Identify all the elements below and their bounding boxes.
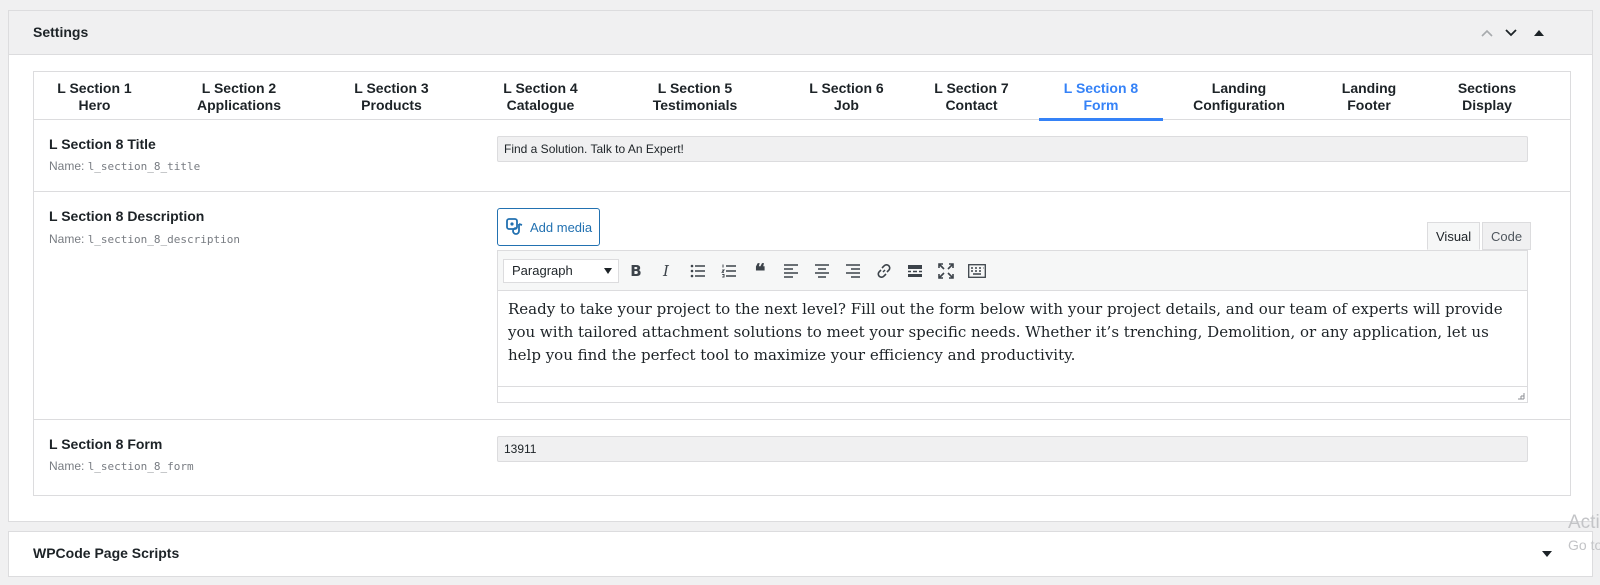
title-field-row: L Section 8 Title Name: l_section_8_titl… bbox=[34, 120, 1570, 192]
tab-label-line1: L Section 7 bbox=[934, 80, 1009, 96]
tab-label-line1: L Section 2 bbox=[201, 80, 277, 96]
form-field-label: L Section 8 Form bbox=[49, 436, 163, 452]
title-field-name: Name: l_section_8_title bbox=[49, 159, 200, 173]
align-left-icon[interactable] bbox=[780, 260, 802, 282]
tab-label-line2: Testimonials bbox=[652, 97, 738, 113]
add-media-button[interactable]: Add media bbox=[497, 208, 600, 246]
tab-label-line1: Sections bbox=[1457, 80, 1517, 96]
tab-l-section-4-catalogue[interactable]: L Section 4 Catalogue bbox=[495, 72, 586, 120]
settings-panel: Settings L Section 1 Hero L Section 2 Appl… bbox=[8, 10, 1593, 522]
blockquote-icon[interactable]: ❝ bbox=[749, 259, 771, 283]
tab-label-line1: L Section 5 bbox=[657, 80, 733, 96]
tab-label-line2: Hero bbox=[78, 97, 111, 113]
tab-label-line2: Footer bbox=[1347, 97, 1391, 113]
editor-statusbar bbox=[498, 386, 1527, 402]
tab-label-line1: Landing bbox=[1211, 80, 1267, 96]
wpcode-panel-title: WPCode Page Scripts bbox=[33, 545, 180, 561]
tab-l-section-7-contact[interactable]: L Section 7 Contact bbox=[926, 72, 1017, 120]
tab-label-line2: Catalogue bbox=[506, 97, 575, 113]
tab-sections-display[interactable]: Sections Display bbox=[1452, 72, 1522, 120]
align-center-icon[interactable] bbox=[811, 260, 833, 282]
chevron-up-icon bbox=[1481, 29, 1493, 37]
add-media-icon bbox=[506, 218, 523, 235]
form-id-input[interactable] bbox=[497, 436, 1528, 462]
tab-l-section-1-hero[interactable]: L Section 1 Hero bbox=[49, 72, 140, 120]
tab-l-section-5-testimonials[interactable]: L Section 5 Testimonials bbox=[645, 72, 745, 120]
tab-label-line2: Form bbox=[1083, 97, 1119, 113]
watermark-line2: Go to bbox=[1568, 537, 1600, 553]
resize-grip-icon[interactable] bbox=[1515, 390, 1525, 400]
settings-inner: L Section 1 Hero L Section 2 Applications … bbox=[33, 71, 1571, 496]
tab-label-line1: L Section 4 bbox=[503, 80, 578, 96]
tab-label-line2: Configuration bbox=[1193, 97, 1285, 113]
tab-l-section-8-form[interactable]: L Section 8 Form bbox=[1039, 72, 1163, 121]
format-select[interactable]: Paragraph bbox=[503, 259, 619, 283]
add-media-label: Add media bbox=[530, 219, 593, 235]
field-name-key: l_section_8_form bbox=[87, 460, 194, 473]
caret-down-icon bbox=[604, 268, 612, 274]
settings-panel-title: Settings bbox=[33, 24, 89, 40]
editor-toolbar: Paragraph B I ❝ bbox=[498, 251, 1527, 291]
tab-label-line2: Job bbox=[834, 97, 859, 113]
read-more-icon[interactable] bbox=[904, 260, 926, 282]
tab-label-line1: L Section 3 bbox=[354, 80, 429, 96]
field-name-prefix: Name: bbox=[49, 459, 85, 473]
tab-l-section-3-products[interactable]: L Section 3 Products bbox=[346, 72, 437, 120]
tab-label-line2: Contact bbox=[945, 97, 998, 113]
tab-label-line1: Landing bbox=[1341, 80, 1397, 96]
move-down-button[interactable] bbox=[1499, 21, 1523, 45]
italic-icon[interactable]: I bbox=[655, 260, 677, 282]
numbered-list-icon[interactable] bbox=[718, 260, 740, 282]
field-name-prefix: Name: bbox=[49, 159, 85, 173]
description-field-row: L Section 8 Description Name: l_section_… bbox=[34, 192, 1570, 420]
settings-panel-header[interactable]: Settings bbox=[9, 11, 1592, 55]
toolbar-toggle-icon[interactable] bbox=[966, 260, 988, 282]
editor-content[interactable]: Ready to take your project to the next l… bbox=[498, 291, 1527, 387]
tab-l-section-2-applications[interactable]: L Section 2 Applications bbox=[189, 72, 289, 120]
rich-text-editor: Paragraph B I ❝ Ready to take your proje… bbox=[497, 250, 1528, 403]
tab-landing-configuration[interactable]: Landing Configuration bbox=[1184, 72, 1294, 120]
move-up-button[interactable] bbox=[1475, 21, 1499, 45]
activation-watermark: Acti Go to bbox=[1568, 512, 1600, 556]
description-field-label: L Section 8 Description bbox=[49, 208, 205, 224]
format-select-value: Paragraph bbox=[512, 263, 573, 278]
form-field-row: L Section 8 Form Name: l_section_8_form bbox=[34, 420, 1570, 497]
triangle-down-icon bbox=[1542, 551, 1552, 557]
form-field-name: Name: l_section_8_form bbox=[49, 459, 194, 473]
description-field-name: Name: l_section_8_description bbox=[49, 232, 240, 246]
watermark-line1: Acti bbox=[1568, 512, 1600, 533]
align-right-icon[interactable] bbox=[842, 260, 864, 282]
tab-landing-footer[interactable]: Landing Footer bbox=[1334, 72, 1404, 120]
tab-label-line1: L Section 6 bbox=[809, 80, 884, 96]
triangle-up-icon bbox=[1534, 30, 1544, 36]
tab-bar: L Section 1 Hero L Section 2 Applications … bbox=[34, 72, 1570, 121]
bullet-list-icon[interactable] bbox=[687, 260, 709, 282]
tab-label-line2: Display bbox=[1462, 97, 1512, 113]
tab-label-line1: L Section 8 bbox=[1063, 80, 1139, 96]
title-input[interactable] bbox=[497, 136, 1528, 162]
title-field-label: L Section 8 Title bbox=[49, 136, 156, 152]
bold-icon[interactable]: B bbox=[625, 260, 647, 282]
field-name-key: l_section_8_description bbox=[87, 233, 241, 246]
wpcode-panel[interactable]: WPCode Page Scripts bbox=[8, 531, 1593, 577]
field-name-key: l_section_8_title bbox=[87, 160, 201, 173]
toggle-panel-button[interactable] bbox=[1527, 21, 1551, 45]
tab-l-section-6-job[interactable]: L Section 6 Job bbox=[801, 72, 892, 120]
link-icon[interactable] bbox=[873, 260, 895, 282]
visual-mode-tab[interactable]: Visual bbox=[1427, 222, 1481, 250]
wpcode-toggle-button[interactable] bbox=[1535, 542, 1559, 566]
tab-label-line2: Products bbox=[361, 97, 422, 113]
code-mode-tab[interactable]: Code bbox=[1482, 222, 1532, 250]
fullscreen-icon[interactable] bbox=[935, 260, 957, 282]
chevron-down-icon bbox=[1505, 29, 1517, 37]
field-name-prefix: Name: bbox=[49, 232, 85, 246]
tab-label-line1: L Section 1 bbox=[57, 80, 132, 96]
tab-label-line2: Applications bbox=[196, 97, 281, 113]
